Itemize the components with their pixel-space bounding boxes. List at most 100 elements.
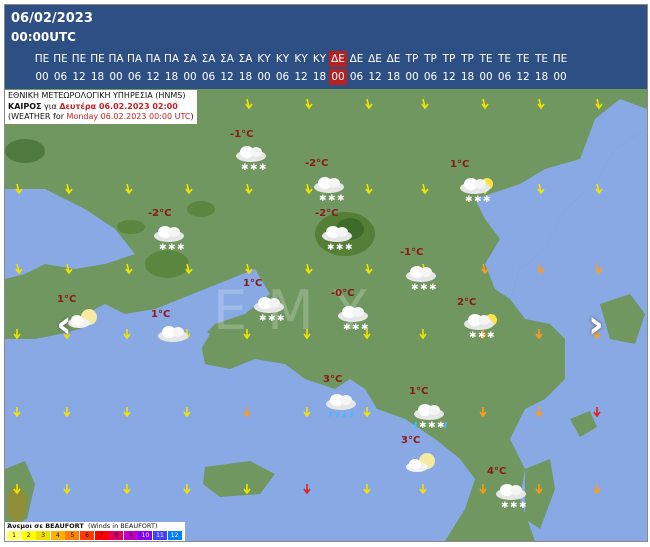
hour-cell[interactable]: 00	[551, 69, 569, 85]
legend-swatch: 11	[153, 531, 167, 540]
day-cell[interactable]: ΠΕ	[551, 51, 569, 67]
day-cell[interactable]: ΤΡ	[440, 51, 458, 67]
day-cell[interactable]: ΔΕ	[329, 51, 347, 67]
svg-text:✱: ✱	[469, 331, 477, 341]
day-cell[interactable]: ΤΡ	[403, 51, 421, 67]
temp-label: 1°C	[450, 159, 470, 170]
svg-text:✱: ✱	[352, 323, 360, 333]
day-cell[interactable]: ΠΕ	[89, 51, 107, 67]
day-cell[interactable]: ΚΥ	[311, 51, 329, 67]
legend-swatch: 3	[36, 531, 51, 540]
svg-text:✱: ✱	[483, 195, 491, 205]
hour-cell[interactable]: 18	[459, 69, 477, 85]
day-row: ΠΕ ΠΕ ΠΕ ΠΕ ΠΑ ΠΑ ΠΑ ΠΑ ΣΑ ΣΑ ΣΑ ΣΑ ΚΥ ΚΥ ΚΥ ΚΥ ΔΕ ΔΕ ΔΕ ΔΕ…	[5, 51, 647, 67]
legend-swatch: 6	[80, 531, 94, 540]
legend-swatch: 5	[65, 531, 80, 540]
temp-label: 1°C	[409, 386, 429, 397]
temp-label: -0°C	[331, 288, 355, 299]
timeline-header: 06/02/2023 00:00UTC ΠΕ ΠΕ ΠΕ ΠΕ ΠΑ ΠΑ ΠΑ ΠΑ ΣΑ ΣΑ…	[5, 5, 647, 89]
day-cell[interactable]: ΤΕ	[533, 51, 551, 67]
day-cell[interactable]: ΠΕ	[70, 51, 88, 67]
svg-text:✱: ✱	[429, 283, 437, 293]
hour-cell[interactable]: 18	[89, 69, 107, 85]
day-cell[interactable]: ΤΡ	[459, 51, 477, 67]
svg-text:✱: ✱	[474, 195, 482, 205]
info-line-2: ΚΑΙΡΟΣ για Δευτέρα 06.02.2023 02:00	[8, 102, 194, 113]
hour-cell[interactable]: 12	[440, 69, 458, 85]
hour-cell[interactable]: 06	[200, 69, 218, 85]
day-cell[interactable]: ΔΕ	[385, 51, 403, 67]
forecast-date: 06/02/2023	[11, 11, 93, 26]
svg-text:✱: ✱	[177, 243, 185, 253]
hour-cell[interactable]: 12	[514, 69, 532, 85]
info-line-3-c: )	[190, 112, 194, 121]
hour-cell[interactable]: 00	[255, 69, 273, 85]
day-cell[interactable]: ΤΕ	[477, 51, 495, 67]
svg-text:✱: ✱	[478, 331, 486, 341]
info-line-2-a: ΚΑΙΡΟΣ	[8, 101, 42, 111]
svg-text:✱: ✱	[337, 194, 345, 204]
legend-title-gr: Άνεμοι σε BEAUFORT	[7, 522, 84, 530]
legend-swatch: 9	[123, 531, 138, 540]
day-cell[interactable]: ΔΕ	[366, 51, 384, 67]
day-cell[interactable]: ΠΕ	[33, 51, 51, 67]
info-box: ΕΘΝΙΚΗ ΜΕΤΕΩΡΟΛΟΓΙΚΗ ΥΠΗΡΕΣΙΑ (HNMS) ΚΑΙ…	[5, 90, 197, 124]
legend-swatch: 1	[7, 531, 21, 540]
svg-text:✱: ✱	[519, 501, 527, 511]
hour-cell[interactable]: 12	[144, 69, 162, 85]
next-arrow-icon[interactable]: ›	[579, 305, 613, 345]
day-cell[interactable]: ΣΑ	[181, 51, 199, 67]
day-cell[interactable]: ΠΕ	[52, 51, 70, 67]
hour-cell[interactable]: 12	[218, 69, 236, 85]
legend-title: Άνεμοι σε BEAUFORT (Winds in BEAUFORT)	[7, 522, 157, 530]
info-line-1: ΕΘΝΙΚΗ ΜΕΤΕΩΡΟΛΟΓΙΚΗ ΥΠΗΡΕΣΙΑ (HNMS)	[8, 91, 186, 100]
svg-text:✱: ✱	[250, 163, 258, 173]
mountain-5	[117, 220, 145, 234]
day-cell[interactable]: ΠΑ	[163, 51, 181, 67]
day-cell[interactable]: ΤΡ	[422, 51, 440, 67]
hour-cell[interactable]: 12	[292, 69, 310, 85]
svg-text:✱: ✱	[465, 195, 473, 205]
hour-cell[interactable]: 00	[107, 69, 125, 85]
day-cell[interactable]: ΚΥ	[292, 51, 310, 67]
day-cell[interactable]: ΚΥ	[274, 51, 292, 67]
legend-swatch: 4	[50, 531, 65, 540]
hour-cell[interactable]: 18	[237, 69, 255, 85]
day-cell[interactable]: ΤΕ	[496, 51, 514, 67]
day-cell[interactable]: ΤΕ	[514, 51, 532, 67]
hour-cell[interactable]: 00	[181, 69, 199, 85]
prev-arrow-icon[interactable]: ‹	[47, 305, 81, 345]
hour-cell[interactable]: 06	[348, 69, 366, 85]
day-cell[interactable]: ΣΑ	[200, 51, 218, 67]
hour-cell[interactable]: 00	[403, 69, 421, 85]
hour-cell[interactable]: 18	[311, 69, 329, 85]
day-cell[interactable]: ΠΑ	[107, 51, 125, 67]
temp-label: 2°C	[457, 297, 477, 308]
hour-cell[interactable]: 00	[477, 69, 495, 85]
hour-cell[interactable]: 12	[366, 69, 384, 85]
hour-cell[interactable]: 06	[126, 69, 144, 85]
hour-cell[interactable]: 18	[163, 69, 181, 85]
temp-label: 1°C	[243, 278, 263, 289]
day-cell[interactable]: ΚΥ	[255, 51, 273, 67]
hour-cell[interactable]: 06	[274, 69, 292, 85]
svg-text:✱: ✱	[437, 421, 445, 431]
hour-cell[interactable]: 06	[52, 69, 70, 85]
day-cell[interactable]: ΠΑ	[144, 51, 162, 67]
svg-text:✱: ✱	[241, 163, 249, 173]
legend-swatch: 8	[109, 531, 124, 540]
hour-cell[interactable]: 12	[70, 69, 88, 85]
hour-cell[interactable]: 00	[329, 69, 347, 85]
svg-text:✱: ✱	[420, 283, 428, 293]
day-cell[interactable]: ΣΑ	[237, 51, 255, 67]
day-cell[interactable]: ΣΑ	[218, 51, 236, 67]
hour-cell[interactable]: 00	[33, 69, 51, 85]
hour-cell[interactable]: 06	[496, 69, 514, 85]
forecast-utc-time: 00:00UTC	[11, 30, 76, 44]
svg-text:✱: ✱	[259, 163, 267, 173]
day-cell[interactable]: ΔΕ	[348, 51, 366, 67]
hour-cell[interactable]: 18	[385, 69, 403, 85]
hour-cell[interactable]: 06	[422, 69, 440, 85]
hour-cell[interactable]: 18	[533, 69, 551, 85]
day-cell[interactable]: ΠΑ	[126, 51, 144, 67]
